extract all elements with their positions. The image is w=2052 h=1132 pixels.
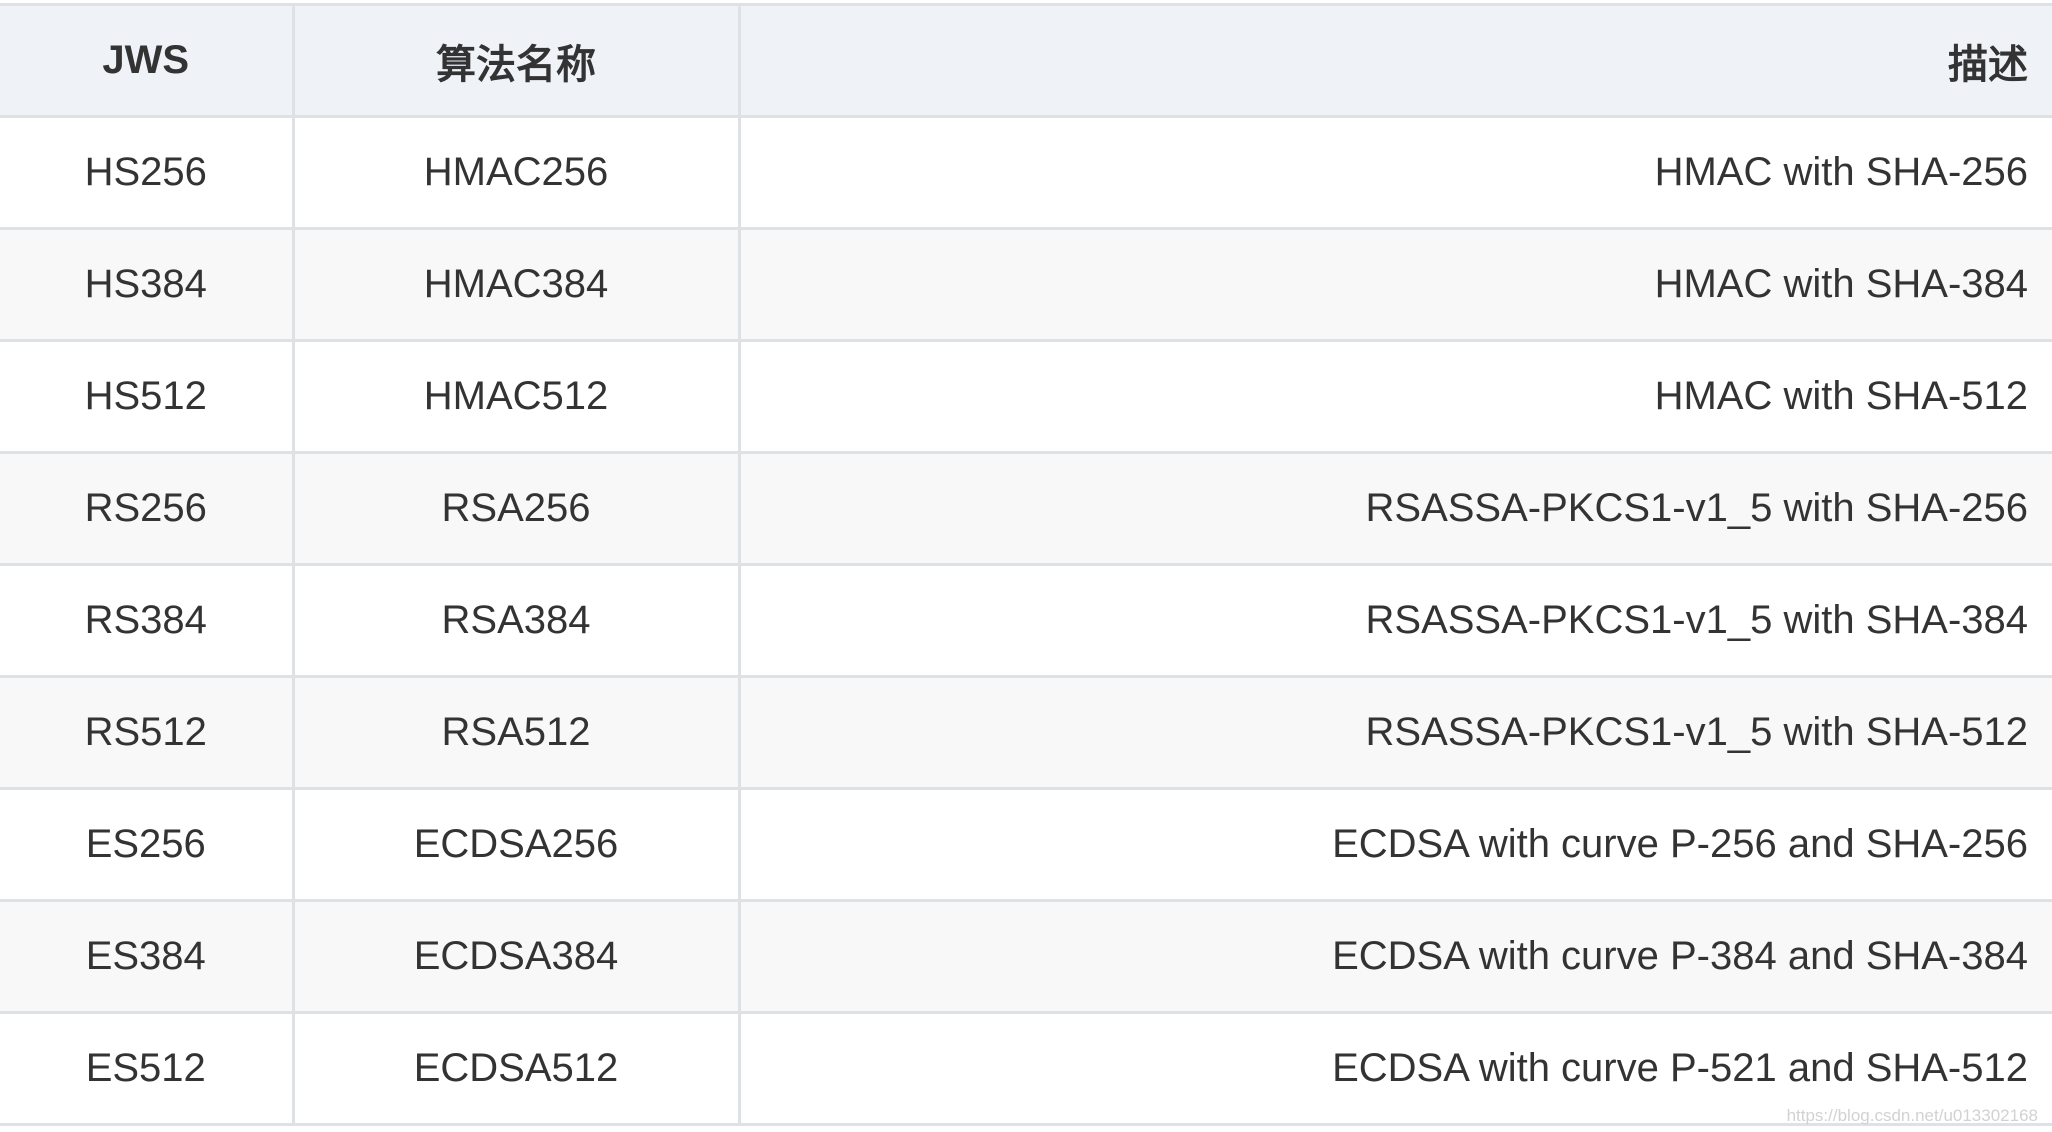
cell-description: ECDSA with curve P-256 and SHA-256 [739,787,2052,902]
table-body: HS256 HMAC256 HMAC with SHA-256 HS384 HM… [0,115,2052,1126]
algorithm-table-container: JWS 算法名称 描述 HS256 HMAC256 HMAC with SHA-… [0,3,2052,1126]
table-row: ES256 ECDSA256 ECDSA with curve P-256 an… [0,787,2052,902]
cell-algorithm-name: RSA512 [293,675,741,790]
table-row: RS384 RSA384 RSASSA-PKCS1-v1_5 with SHA-… [0,563,2052,678]
algorithm-table: JWS 算法名称 描述 HS256 HMAC256 HMAC with SHA-… [0,3,2052,1126]
cell-algorithm-name: RSA384 [293,563,741,678]
cell-description: HMAC with SHA-512 [739,339,2052,454]
cell-algorithm-name: RSA256 [293,451,741,566]
cell-description: RSASSA-PKCS1-v1_5 with SHA-256 [739,451,2052,566]
table-row: RS256 RSA256 RSASSA-PKCS1-v1_5 with SHA-… [0,451,2052,566]
cell-jws: ES512 [0,1011,295,1126]
cell-algorithm-name: ECDSA512 [293,1011,741,1126]
header-row: JWS 算法名称 描述 [0,3,2052,118]
watermark-text: https://blog.csdn.net/u013302168 [1786,1106,2038,1125]
cell-jws: RS384 [0,563,295,678]
cell-description: HMAC with SHA-256 [739,115,2052,230]
cell-description: RSASSA-PKCS1-v1_5 with SHA-512 [739,675,2052,790]
table-row: HS512 HMAC512 HMAC with SHA-512 [0,339,2052,454]
cell-algorithm-name: HMAC384 [293,227,741,342]
header-description: 描述 [739,3,2052,118]
cell-jws: ES256 [0,787,295,902]
cell-description: ECDSA with curve P-384 and SHA-384 [739,899,2052,1014]
cell-jws: ES384 [0,899,295,1014]
table-row: HS384 HMAC384 HMAC with SHA-384 [0,227,2052,342]
table-row: ES512 ECDSA512 ECDSA with curve P-521 an… [0,1011,2052,1126]
cell-algorithm-name: HMAC256 [293,115,741,230]
table-header: JWS 算法名称 描述 [0,3,2052,118]
cell-jws: RS512 [0,675,295,790]
cell-jws: RS256 [0,451,295,566]
header-algorithm-name: 算法名称 [293,3,741,118]
cell-jws: HS384 [0,227,295,342]
table-row: HS256 HMAC256 HMAC with SHA-256 [0,115,2052,230]
cell-algorithm-name: ECDSA256 [293,787,741,902]
cell-algorithm-name: ECDSA384 [293,899,741,1014]
cell-description: RSASSA-PKCS1-v1_5 with SHA-384 [739,563,2052,678]
table-row: ES384 ECDSA384 ECDSA with curve P-384 an… [0,899,2052,1014]
cell-jws: HS256 [0,115,295,230]
cell-algorithm-name: HMAC512 [293,339,741,454]
header-jws: JWS [0,3,295,118]
cell-jws: HS512 [0,339,295,454]
table-row: RS512 RSA512 RSASSA-PKCS1-v1_5 with SHA-… [0,675,2052,790]
cell-description: HMAC with SHA-384 [739,227,2052,342]
